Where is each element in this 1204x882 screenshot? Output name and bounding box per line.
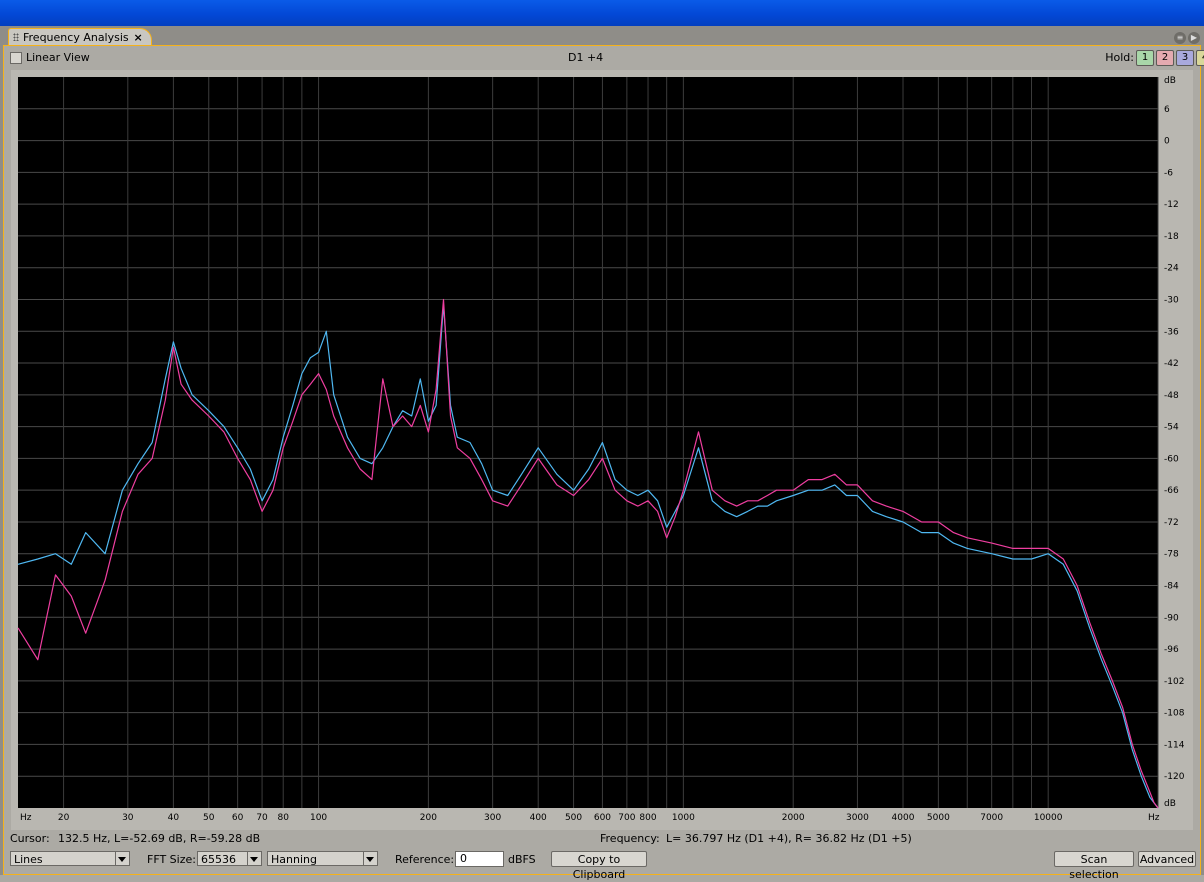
- fft-size-select[interactable]: 65536: [197, 851, 262, 866]
- y-tick-label: -48: [1164, 391, 1179, 401]
- hold-button-2[interactable]: 2: [1156, 50, 1174, 66]
- y-tick-label: -84: [1164, 582, 1179, 592]
- y-tick-label: 6: [1164, 105, 1170, 115]
- x-tick-label: 100: [310, 813, 327, 823]
- x-tick-label: 200: [420, 813, 437, 823]
- chevron-down-icon: [250, 857, 258, 862]
- chevron-down-icon: [366, 857, 374, 862]
- reference-input[interactable]: 0: [455, 851, 504, 867]
- y-tick-label: -36: [1164, 327, 1179, 337]
- x-tick-label: 300: [484, 813, 501, 823]
- y-tick-label: -90: [1164, 613, 1179, 623]
- cursor-label: Cursor:: [10, 832, 50, 845]
- x-tick-label: 1000: [672, 813, 695, 823]
- panel-controls: ≡ ▶: [1172, 30, 1200, 44]
- x-tick-label: 60: [232, 813, 244, 823]
- x-tick-label: 2000: [782, 813, 805, 823]
- tab-title: Frequency Analysis: [23, 31, 129, 44]
- close-icon[interactable]: ×: [133, 29, 142, 46]
- x-tick-label: 600: [594, 813, 611, 823]
- y-unit-label: dB: [1164, 76, 1176, 86]
- window-title-bar: [0, 0, 1204, 26]
- x-tick-label: 30: [122, 813, 134, 823]
- x-tick-label: 10000: [1034, 813, 1063, 823]
- reference-label: Reference:: [395, 853, 455, 866]
- cursor-readout: 132.5 Hz, L=-52.69 dB, R=-59.28 dB: [58, 832, 261, 845]
- y-tick-label: -30: [1164, 295, 1179, 305]
- x-tick-label: 5000: [927, 813, 950, 823]
- copy-to-clipboard-button[interactable]: Copy to Clipboard: [551, 851, 647, 881]
- x-tick-label: 800: [639, 813, 656, 823]
- fft-size-label: FFT Size:: [147, 853, 196, 866]
- y-tick-label: -42: [1164, 359, 1179, 369]
- hold-button-3[interactable]: 3: [1176, 50, 1194, 66]
- graph-type-value: Lines: [14, 853, 43, 866]
- spectrum-plot[interactable]: 6 0 -6 -12 -18 -24 -30 -36 -42 -48 -54 -60 -66 -72 -78…: [11, 70, 1193, 830]
- x-tick-label: 80: [277, 813, 289, 823]
- x-tick-label: 400: [530, 813, 547, 823]
- graph-type-select[interactable]: Lines: [10, 851, 130, 866]
- channel-label: D1 +4: [568, 51, 604, 64]
- y-tick-label: -54: [1164, 423, 1179, 433]
- y-tick-label: -102: [1164, 677, 1184, 687]
- y-unit-label-bottom: dB: [1164, 799, 1176, 809]
- spectrum-plot-svg[interactable]: 60-6-12-18-24-30-36-42-48-54-60-66-72-78…: [11, 70, 1193, 830]
- frequency-readout: L= 36.797 Hz (D1 +4), R= 36.82 Hz (D1 +5…: [666, 832, 912, 845]
- y-tick-label: -12: [1164, 200, 1179, 210]
- y-tick-label: -60: [1164, 454, 1179, 464]
- window-function-value: Hanning: [271, 853, 317, 866]
- plot-area[interactable]: [18, 77, 1158, 808]
- panel-menu-icon[interactable]: ≡: [1174, 32, 1186, 44]
- x-tick-label: 3000: [846, 813, 869, 823]
- x-tick-label: 700: [618, 813, 635, 823]
- tab-frequency-analysis[interactable]: Frequency Analysis ×: [8, 28, 152, 46]
- x-unit-label-right: Hz: [1148, 813, 1160, 823]
- y-tick-label: -6: [1164, 168, 1173, 178]
- hold-label: Hold:: [1105, 51, 1134, 64]
- advanced-button[interactable]: Advanced: [1138, 851, 1196, 867]
- x-tick-label: 50: [203, 813, 215, 823]
- hold-button-4[interactable]: 4: [1196, 50, 1204, 66]
- drag-grip-icon[interactable]: [13, 33, 19, 41]
- x-tick-label: 500: [565, 813, 582, 823]
- y-tick-label: -114: [1164, 740, 1185, 750]
- hold-button-1[interactable]: 1: [1136, 50, 1154, 66]
- y-tick-label: -18: [1164, 232, 1179, 242]
- y-tick-label: -78: [1164, 550, 1179, 560]
- x-tick-label: 20: [58, 813, 70, 823]
- panel-arrow-icon[interactable]: ▶: [1188, 32, 1200, 44]
- linear-view-label: Linear View: [26, 51, 90, 64]
- y-tick-label: -120: [1164, 772, 1185, 782]
- x-tick-label: 7000: [980, 813, 1003, 823]
- chevron-down-icon: [118, 857, 126, 862]
- linear-view-checkbox[interactable]: [10, 52, 22, 64]
- y-tick-label: -72: [1164, 518, 1179, 528]
- y-tick-label: -24: [1164, 264, 1179, 274]
- y-tick-label: -66: [1164, 486, 1179, 496]
- x-tick-label: 70: [256, 813, 268, 823]
- x-tick-label: 4000: [892, 813, 915, 823]
- frequency-label: Frequency:: [600, 832, 660, 845]
- reference-unit: dBFS: [508, 853, 536, 866]
- y-tick-label: 0: [1164, 137, 1170, 147]
- y-tick-label: -96: [1164, 645, 1179, 655]
- x-tick-label: 40: [168, 813, 180, 823]
- y-tick-label: -108: [1164, 709, 1185, 719]
- window-function-select[interactable]: Hanning: [267, 851, 378, 866]
- fft-size-value: 65536: [201, 853, 236, 866]
- analysis-toolbar: Linear View D1 +4 Hold: 1 2 3 4: [8, 50, 1204, 66]
- x-unit-label: Hz: [20, 813, 32, 823]
- scan-selection-button[interactable]: Scan selection: [1054, 851, 1134, 881]
